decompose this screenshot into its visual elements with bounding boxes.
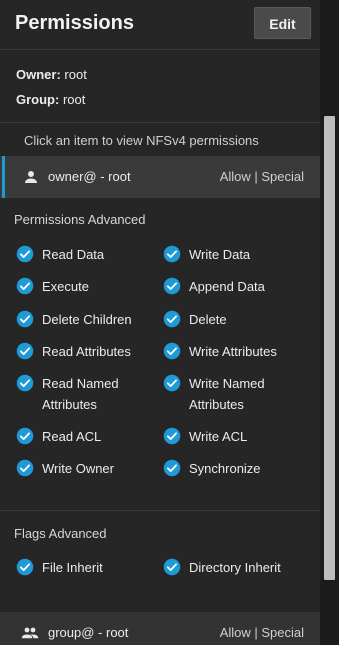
divider	[0, 510, 320, 511]
permission-label: Delete Children	[42, 312, 132, 327]
panel-header: Permissions Edit	[0, 0, 320, 50]
check-circle-icon	[163, 374, 181, 392]
ace-type: Allow | Special	[219, 169, 304, 184]
permission-label: Write Owner	[42, 461, 114, 476]
owner-line: Owner: root	[16, 67, 87, 82]
owner-value: root	[64, 67, 87, 82]
permission-label: Delete	[189, 312, 227, 327]
check-circle-icon	[163, 277, 181, 295]
check-circle-icon	[16, 245, 34, 263]
user-icon	[25, 171, 37, 183]
permission-label: Read ACL	[42, 429, 102, 444]
permission-label: Synchronize	[189, 461, 261, 476]
ace-item-owner[interactable]: owner@ - root Allow | Special	[0, 156, 320, 198]
check-circle-icon	[163, 245, 181, 263]
ace-who: owner@ - root	[48, 169, 131, 184]
ace-who: group@ - root	[48, 625, 129, 640]
check-circle-icon	[163, 427, 181, 445]
permissions-panel: Permissions Edit Owner: root Group: root…	[0, 0, 339, 645]
group-label: Group:	[16, 92, 60, 107]
check-circle-icon	[16, 558, 34, 576]
flags-advanced-title: Flags Advanced	[14, 526, 107, 541]
flag-label: Directory Inherit	[189, 560, 281, 575]
ace-item-group[interactable]: group@ - root Allow | Special	[0, 612, 320, 645]
permissions-content: Permissions Edit Owner: root Group: root…	[0, 0, 320, 645]
permission-label: Execute	[42, 279, 89, 294]
scrollbar-thumb[interactable]	[324, 116, 335, 580]
owner-label: Owner:	[16, 67, 61, 82]
group-line: Group: root	[16, 92, 85, 107]
permission-label: Write Attributes	[189, 344, 277, 359]
hint-text: Click an item to view NFSv4 permissions	[24, 133, 259, 148]
check-circle-icon	[16, 342, 34, 360]
permission-label: Write ACL	[189, 429, 248, 444]
permission-label: Read Named Attributes	[42, 376, 119, 412]
permission-label: Read Data	[42, 247, 105, 262]
group-icon	[21, 627, 39, 639]
check-circle-icon	[16, 374, 34, 392]
check-circle-icon	[163, 342, 181, 360]
check-circle-icon	[163, 310, 181, 328]
check-circle-icon	[163, 558, 181, 576]
check-circle-icon	[163, 459, 181, 477]
permission-label: Read Attributes	[42, 344, 131, 359]
check-circle-icon	[16, 427, 34, 445]
group-value: root	[62, 92, 86, 107]
permission-label: Write Named Attributes	[189, 376, 265, 412]
edit-button[interactable]: Edit	[254, 7, 311, 39]
permission-label: Append Data	[189, 279, 265, 294]
flag-label: File Inherit	[42, 560, 103, 575]
permission-label: Write Data	[189, 247, 251, 262]
panel-title: Permissions	[15, 12, 134, 34]
permissions-advanced-title: Permissions Advanced	[14, 212, 146, 227]
check-circle-icon	[16, 277, 34, 295]
check-circle-icon	[16, 459, 34, 477]
check-circle-icon	[16, 310, 34, 328]
divider	[0, 122, 320, 123]
scrollbar[interactable]	[320, 0, 339, 645]
ace-type: Allow | Special	[219, 625, 304, 640]
